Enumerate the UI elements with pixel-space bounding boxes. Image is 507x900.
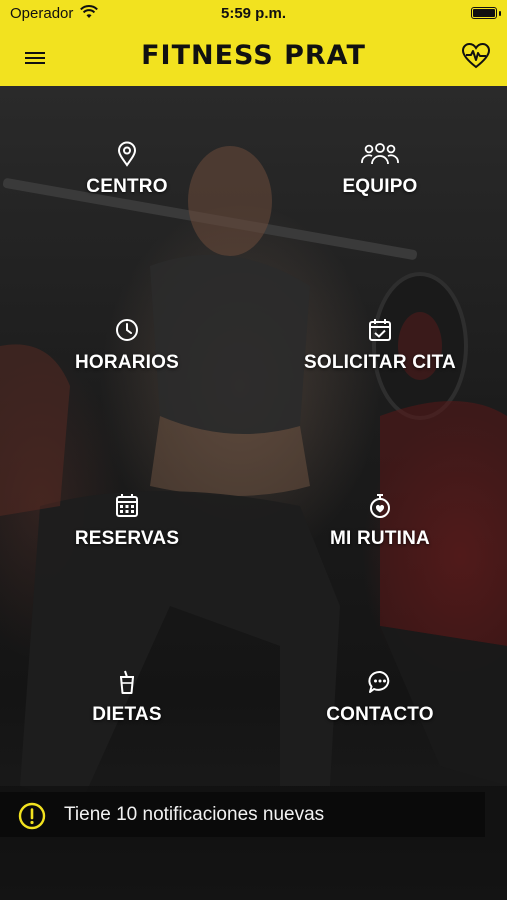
menu-item-dietas[interactable]: DIETAS (17, 668, 237, 726)
menu-item-horarios[interactable]: HORARIOS (17, 316, 237, 374)
stopwatch-heart-icon (370, 494, 390, 518)
clock-icon (116, 319, 138, 341)
heart-pulse-icon[interactable] (461, 42, 491, 70)
menu-label: HORARIOS (75, 352, 179, 373)
status-bar: Operador 5:59 p.m. (0, 0, 507, 28)
team-icon (361, 143, 399, 165)
menu-label: CENTRO (86, 176, 168, 197)
menu-item-equipo[interactable]: EQUIPO (270, 140, 490, 198)
menu-label: RESERVAS (74, 528, 180, 549)
menu-label: DIETAS (92, 704, 162, 725)
menu-item-reservas[interactable]: RESERVAS (17, 492, 237, 550)
menu-label: SOLICITAR CITA (304, 352, 456, 373)
notification-banner[interactable]: Tiene 10 notificaciones nuevas (0, 792, 485, 837)
nav-bar: FITNESS PRAT (0, 28, 507, 86)
notification-text: Tiene 10 notificaciones nuevas (64, 804, 325, 825)
menu-item-solicitar-cita[interactable]: SOLICITAR CITA (270, 316, 490, 374)
location-pin-icon (117, 141, 137, 167)
chat-bubble-icon (368, 671, 390, 693)
app-logo-title: FITNESS PRAT (141, 40, 366, 71)
calendar-check-icon (369, 319, 391, 341)
menu-item-contacto[interactable]: CONTACTO (270, 668, 490, 726)
menu-item-mi-rutina[interactable]: MI RUTINA (270, 492, 490, 550)
battery-tip (499, 11, 501, 16)
cup-icon (120, 670, 134, 694)
menu-label: EQUIPO (342, 176, 418, 197)
menu-item-centro[interactable]: CENTRO (17, 140, 237, 198)
alert-circle-icon (18, 802, 46, 830)
battery-icon (471, 7, 497, 19)
menu-label: MI RUTINA (330, 528, 430, 549)
menu-label: CONTACTO (326, 704, 434, 725)
clock-time: 5:59 p.m. (220, 5, 287, 22)
calendar-grid-icon (116, 494, 138, 517)
